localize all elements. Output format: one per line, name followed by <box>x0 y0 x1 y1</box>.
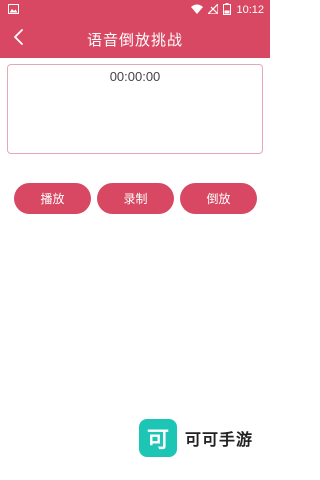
status-bar: 10:12 <box>0 0 270 20</box>
timer-text: 00:00:00 <box>109 69 161 84</box>
watermark: 可 可可手游 <box>139 419 253 457</box>
back-button[interactable] <box>8 28 30 50</box>
chevron-left-icon <box>13 29 25 49</box>
reverse-play-button[interactable]: 倒放 <box>180 183 257 214</box>
page-title: 语音倒放挑战 <box>86 30 183 49</box>
status-time: 10:12 <box>236 4 264 16</box>
status-right: 10:12 <box>191 2 264 18</box>
image-icon <box>8 3 19 17</box>
watermark-text: 可可手游 <box>185 430 254 449</box>
wifi-icon <box>191 4 204 17</box>
timer-display-box: 00:00:00 <box>7 64 263 154</box>
signal-icon <box>207 2 220 17</box>
battery-icon <box>223 2 232 18</box>
play-button[interactable]: 播放 <box>14 183 91 214</box>
watermark-logo: 可 <box>139 419 177 457</box>
status-left <box>8 3 19 17</box>
record-button[interactable]: 录制 <box>97 183 174 214</box>
app-bar: 语音倒放挑战 <box>0 20 270 58</box>
